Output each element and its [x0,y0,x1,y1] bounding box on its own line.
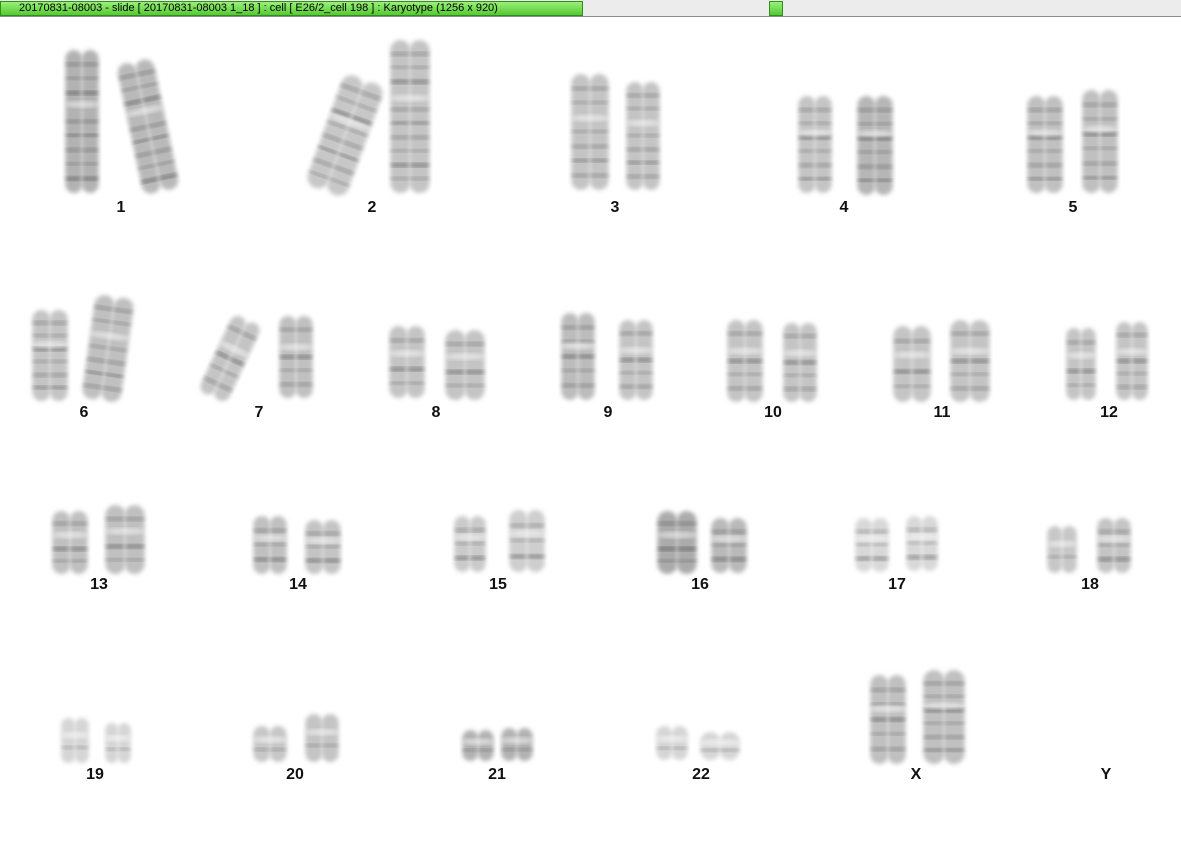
chromosome-x-b [921,670,967,764]
chromosome-18-a [1046,526,1078,573]
chromosome-16-b [710,518,748,573]
chromosome-8-a [388,326,426,398]
chromosome-7-a [200,315,260,402]
chromosome-2-a [307,75,383,196]
chromosome-21-b [500,728,534,761]
chromosome-label-11: 11 [933,404,951,421]
chromosome-9-a [560,313,596,400]
chromosome-2-b [389,40,431,193]
chromosome-17-b [905,516,939,571]
chromosome-15-b [508,510,546,572]
chromosome-label-7: 7 [254,404,264,421]
chromosome-7-b [278,316,314,398]
chromosome-13-b [104,505,146,574]
chromosome-1-a [64,50,100,193]
chromosome-label-5: 5 [1068,199,1078,216]
title-bar: 20170831-08003 - slide [ 20170831-08003 … [0,0,1181,17]
chromosome-3-b [625,82,661,190]
chromosome-4-b [856,96,894,195]
chromosome-15-a [453,516,487,572]
chromosome-label-1: 1 [116,199,126,216]
chromosome-22-b [699,732,741,760]
chromosome-1-b [117,59,179,194]
chromosome-label-18: 18 [1081,576,1099,593]
chromosome-8-b [444,330,486,400]
window-title-tab[interactable]: 20170831-08003 - slide [ 20170831-08003 … [0,1,583,16]
karyotype-panel: 1 2 3 4 5 6 7 8 9 10 11 12 13 14 15 16 1… [0,18,1181,847]
chromosome-13-a [51,511,89,574]
chromosome-label-17: 17 [888,576,906,593]
chromosome-4-a [797,96,833,193]
chromosome-label-y: Y [1100,766,1112,783]
chromosome-20-b [304,714,340,762]
chromosome-label-2: 2 [367,199,377,216]
chromosome-label-12: 12 [1100,404,1118,421]
chromosome-label-16: 16 [691,576,709,593]
chromosome-14-b [304,520,342,574]
chromosome-label-9: 9 [603,404,613,421]
chromosome-12-a [1065,328,1097,400]
chromosome-label-10: 10 [764,404,782,421]
chromosome-label-15: 15 [489,576,507,593]
chromosome-5-a [1026,96,1064,193]
chromosome-16-a [656,511,698,574]
chromosome-11-b [949,320,991,402]
chromosome-21-a [461,730,495,761]
chromosome-5-b [1081,90,1119,193]
chromosome-images [31,40,1149,764]
chromosome-9-b [618,320,654,400]
chromosome-label-19: 19 [86,766,104,783]
window-title: 20170831-08003 - slide [ 20170831-08003 … [19,2,498,14]
chromosome-6-a [31,310,69,401]
chromosome-10-a [726,320,764,402]
chromosome-22-a [655,726,689,760]
chromosome-label-13: 13 [90,576,108,593]
chromosome-label-x: X [910,766,922,783]
chromosome-label-21: 21 [488,766,506,783]
chromosome-label-3: 3 [610,199,620,216]
chromosome-x-a [869,675,907,764]
chromosome-label-20: 20 [286,766,304,783]
title-bar-marker[interactable] [769,1,783,16]
chromosome-6-b [82,295,134,402]
chromosome-label-8: 8 [431,404,441,421]
chromosome-19-b [104,723,132,763]
chromosome-19-a [60,718,90,763]
chromosome-20-a [252,726,288,762]
chromosome-3-a [570,74,610,190]
chromosome-label-4: 4 [839,199,849,216]
chromosome-label-14: 14 [289,576,307,593]
chromosome-18-b [1096,518,1132,573]
chromosome-14-a [252,516,288,574]
chromosome-12-b [1115,322,1149,400]
chromosome-10-b [782,323,818,402]
chromosome-11-a [892,326,932,402]
chromosome-17-a [854,518,890,572]
chromosome-label-6: 6 [79,404,89,421]
chromosome-label-22: 22 [692,766,710,783]
